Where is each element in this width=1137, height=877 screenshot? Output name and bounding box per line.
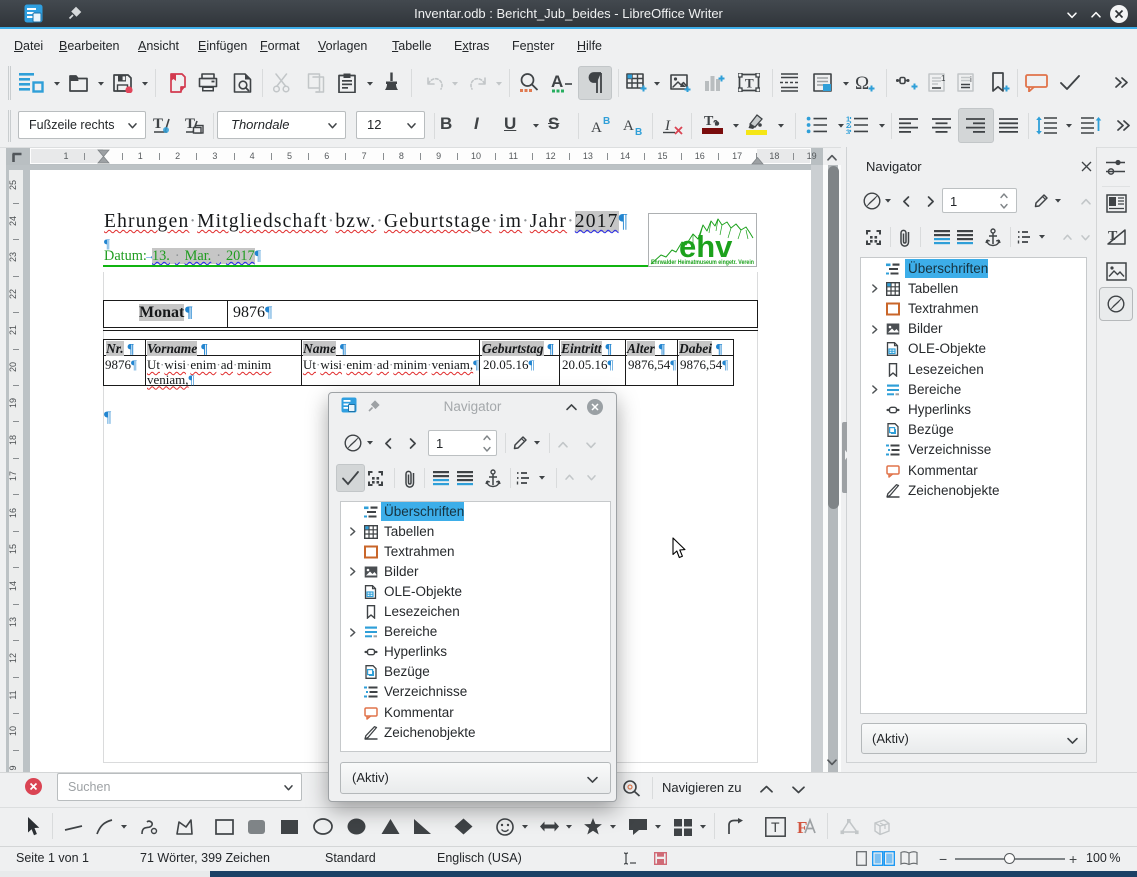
svg-text:B: B — [603, 116, 610, 127]
svg-text:F: F — [797, 818, 807, 837]
svg-text:T: T — [704, 114, 714, 129]
svg-text:T: T — [153, 116, 163, 132]
svg-text:i: i — [970, 75, 972, 84]
svg-text:T: T — [745, 76, 754, 91]
svg-text:1: 1 — [941, 74, 946, 83]
svg-text:Ehrwalder Heimatmuseum eingetr: Ehrwalder Heimatmuseum eingetr. Verein — [651, 259, 754, 266]
svg-text:A: A — [551, 72, 563, 91]
svg-text:A: A — [623, 118, 634, 134]
svg-text:A: A — [591, 120, 602, 135]
svg-text:3: 3 — [846, 128, 850, 135]
svg-text:I: I — [664, 118, 671, 134]
svg-text:Ω: Ω — [855, 73, 869, 93]
svg-text:T: T — [771, 819, 780, 835]
svg-text:B: B — [635, 127, 642, 135]
